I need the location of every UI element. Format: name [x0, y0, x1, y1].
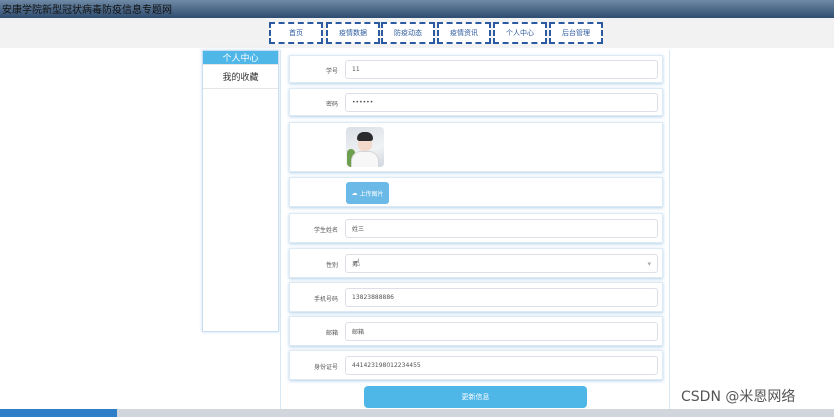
name-label: 学生姓名 — [313, 227, 338, 234]
form-row-avatar — [289, 122, 663, 172]
bottom-scroll-strip — [0, 409, 834, 417]
sidebar: 个人中心 我的收藏 — [202, 50, 279, 332]
nav-epidemic-info[interactable]: 疫情资讯 — [437, 22, 491, 44]
profile-form: 学号 11 密码 •••••• ☁ 上传图片 学生姓名 姓三 性别 男 ☝ ▾ … — [280, 50, 670, 417]
avatar-image — [346, 127, 384, 167]
form-row-email: 邮箱 邮箱 — [289, 316, 663, 346]
form-row-gender: 性别 男 ☝ ▾ — [289, 248, 663, 278]
form-row-username: 学号 11 — [289, 55, 663, 83]
main-nav: 首页 疫情数据 防疫动态 疫情资讯 个人中心 后台管理 — [0, 18, 834, 48]
top-banner: 安康学院新型冠状病毒防疫信息专题网 — [0, 0, 834, 18]
sidebar-item-personal-center[interactable]: 个人中心 — [203, 51, 278, 65]
nav-home[interactable]: 首页 — [269, 22, 323, 44]
username-input[interactable]: 11 — [345, 60, 658, 79]
site-title: 安康学院新型冠状病毒防疫信息专题网 — [2, 5, 172, 16]
form-row-upload: ☁ 上传图片 — [289, 177, 663, 207]
form-row-password: 密码 •••••• — [289, 88, 663, 116]
id-number-label: 身份证号 — [313, 364, 338, 371]
phone-input[interactable]: 13823888886 — [345, 288, 658, 307]
password-input[interactable]: •••••• — [345, 93, 658, 112]
email-input[interactable]: 邮箱 — [345, 322, 658, 341]
nav-prevention-news[interactable]: 防疫动态 — [381, 22, 435, 44]
chevron-down-icon: ▾ — [647, 260, 651, 268]
password-label: 密码 — [325, 101, 338, 108]
form-row-name: 学生姓名 姓三 — [289, 213, 663, 243]
phone-label: 手机号码 — [313, 296, 338, 303]
cloud-upload-icon: ☁ — [351, 189, 358, 197]
upload-button-label: 上传图片 — [359, 190, 384, 198]
sidebar-item-favorites[interactable]: 我的收藏 — [203, 65, 278, 89]
csdn-watermark: CSDN @米恩网络 — [681, 389, 796, 405]
gender-label: 性别 — [325, 262, 338, 269]
update-info-button[interactable]: 更新信息 — [364, 386, 587, 408]
id-number-input[interactable]: 441423198012234455 — [345, 356, 658, 375]
form-row-id-number: 身份证号 441423198012234455 — [289, 350, 663, 380]
gender-select[interactable]: 男 ☝ ▾ — [345, 254, 658, 273]
nav-epidemic-data[interactable]: 疫情数据 — [326, 22, 380, 44]
avatar-hair-shape — [357, 132, 373, 141]
form-row-phone: 手机号码 13823888886 — [289, 282, 663, 312]
hand-cursor-icon: ☝ — [354, 258, 361, 269]
avatar-body-shape — [351, 151, 379, 167]
nav-admin[interactable]: 后台管理 — [549, 22, 603, 44]
nav-personal-center[interactable]: 个人中心 — [493, 22, 547, 44]
name-input[interactable]: 姓三 — [345, 219, 658, 238]
username-label: 学号 — [325, 68, 338, 75]
email-label: 邮箱 — [325, 330, 338, 337]
upload-image-button[interactable]: ☁ 上传图片 — [346, 182, 389, 204]
